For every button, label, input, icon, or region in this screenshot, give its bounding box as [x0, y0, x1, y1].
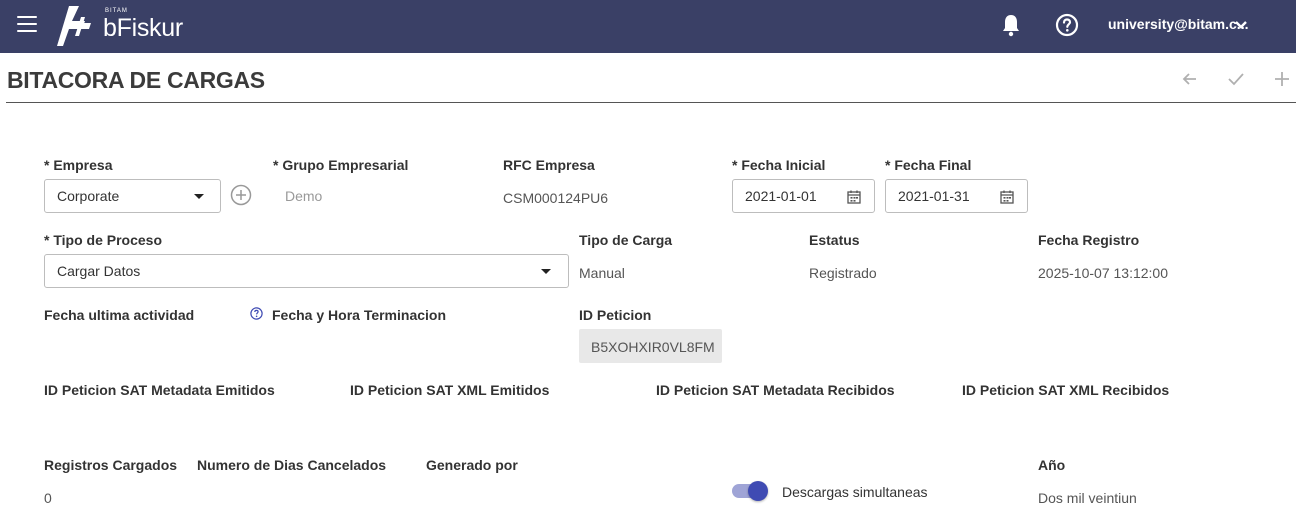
fecha-registro-label: Fecha Registro	[1038, 232, 1140, 248]
calendar-icon[interactable]	[1000, 190, 1014, 204]
brand-logo[interactable]: BITAM bFiskur	[55, 3, 190, 49]
fecha-inicial-input[interactable]: 2021-01-01	[732, 179, 875, 213]
id-peticion-value: B5XOHXIR0VL8FM	[591, 339, 715, 355]
empresa-select[interactable]: Corporate	[44, 179, 221, 213]
dias-cancelados-label: Numero de Dias Cancelados	[197, 457, 387, 473]
tipo-proceso-select[interactable]: Cargar Datos	[44, 254, 569, 288]
fecha-final-input[interactable]: 2021-01-31	[885, 179, 1028, 213]
anio-label: Año	[1038, 457, 1066, 473]
title-divider	[6, 102, 1296, 103]
logo-mark-icon	[57, 6, 91, 46]
page-title: BITACORA DE CARGAS	[7, 67, 265, 93]
fecha-ultima-actividad-label: Fecha ultima actividad	[44, 307, 195, 323]
arrow-left-icon[interactable]	[1180, 69, 1200, 89]
descargas-simultaneas-label: Descargas simultaneas	[782, 484, 928, 500]
tipo-carga-value: Manual	[579, 265, 625, 281]
tipo-proceso-value: Cargar Datos	[57, 263, 141, 279]
sat-xml-emitidos-label: ID Peticion SAT XML Emitidos	[350, 382, 550, 398]
empresa-label: * Empresa	[44, 157, 113, 173]
brand-name: bFiskur	[103, 14, 183, 42]
toggle-knob	[748, 481, 768, 501]
rfc-empresa-value: CSM000124PU6	[503, 190, 609, 206]
empresa-value: Corporate	[57, 188, 120, 204]
grupo-empresarial-label: * Grupo Empresarial	[273, 157, 409, 173]
bell-icon[interactable]	[1000, 13, 1022, 37]
top-bar: BITAM bFiskur university@bitam.c...	[0, 0, 1296, 53]
tipo-proceso-label: * Tipo de Proceso	[44, 232, 162, 248]
rfc-empresa-label: RFC Empresa	[503, 157, 595, 173]
grupo-empresarial-value: Demo	[285, 188, 323, 204]
id-peticion-label: ID Peticion	[579, 307, 652, 323]
check-icon[interactable]	[1226, 69, 1246, 89]
anio-value: Dos mil veintiun	[1038, 490, 1137, 506]
sat-metadata-emitidos-label: ID Peticion SAT Metadata Emitidos	[44, 382, 275, 398]
sat-xml-recibidos-label: ID Peticion SAT XML Recibidos	[962, 382, 1170, 398]
fecha-inicial-value: 2021-01-01	[745, 188, 817, 204]
user-menu[interactable]: university@bitam.c...	[1108, 16, 1248, 32]
chevron-down-icon[interactable]	[1233, 17, 1249, 33]
plus-icon[interactable]	[1272, 69, 1292, 89]
fecha-final-value: 2021-01-31	[898, 188, 970, 204]
sat-metadata-recibidos-label: ID Peticion SAT Metadata Recibidos	[656, 382, 895, 398]
caret-down-icon	[541, 269, 551, 274]
tipo-carga-label: Tipo de Carga	[579, 232, 673, 248]
registros-cargados-label: Registros Cargados	[44, 457, 178, 473]
estatus-label: Estatus	[809, 232, 860, 248]
calendar-icon[interactable]	[847, 190, 861, 204]
menu-icon[interactable]	[17, 16, 37, 32]
help-circle-icon[interactable]	[250, 307, 263, 320]
caret-down-icon	[194, 194, 204, 199]
fecha-final-label: * Fecha Final	[885, 157, 972, 173]
add-circle-icon[interactable]	[230, 184, 252, 206]
estatus-value: Registrado	[809, 265, 877, 281]
help-icon[interactable]	[1055, 13, 1079, 37]
fecha-terminacion-label: Fecha y Hora Terminacion	[272, 307, 447, 323]
descargas-simultaneas-toggle[interactable]	[732, 481, 768, 501]
generado-por-label: Generado por	[426, 457, 518, 473]
fecha-inicial-label: * Fecha Inicial	[732, 157, 826, 173]
fecha-registro-value: 2025-10-07 13:12:00	[1038, 265, 1168, 281]
id-peticion-field: B5XOHXIR0VL8FM	[579, 329, 722, 363]
registros-cargados-value: 0	[44, 490, 52, 506]
